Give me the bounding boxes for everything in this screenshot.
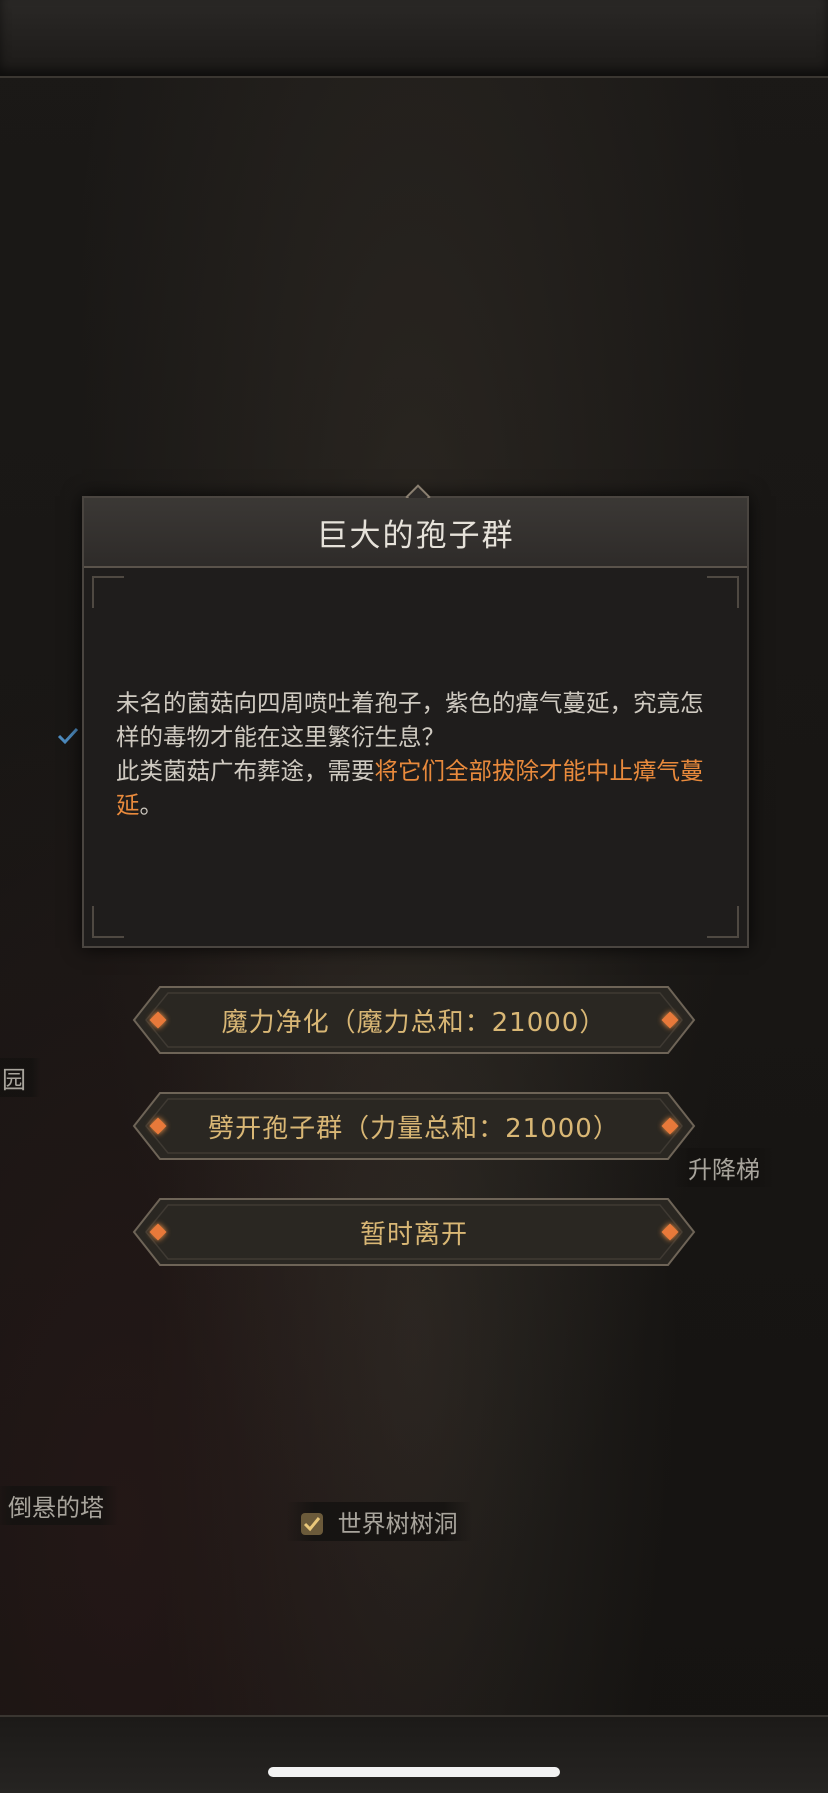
map-label-left-edge[interactable]: 园 (0, 1058, 40, 1097)
home-indicator[interactable] (268, 1767, 560, 1777)
bottom-frame (0, 1715, 828, 1793)
dialog-description: 未名的菌菇向四周喷吐着孢子，紫色的瘴气蔓延，究竟怎样的毒物才能在这里繁衍生息？ … (116, 686, 713, 822)
description-paragraph-2: 此类菌菇广布葬途，需要将它们全部拔除才能中止瘴气蔓延。 (116, 754, 713, 822)
description-text: 此类菌菇广布葬途，需要 (116, 757, 375, 785)
map-label-hanging-tower[interactable]: 倒悬的塔 (0, 1486, 118, 1525)
map-label-world-tree[interactable]: 世界树树洞 (286, 1502, 472, 1541)
checkmark-icon (57, 727, 79, 745)
corner-ornament-icon (92, 576, 124, 608)
magic-purify-label: 魔力净化（魔力总和：21000） (221, 1007, 607, 1038)
top-frame (0, 0, 828, 78)
map-label-hanging-tower-text: 倒悬的塔 (8, 1494, 104, 1522)
description-paragraph-1: 未名的菌菇向四周喷吐着孢子，紫色的瘴气蔓延，究竟怎样的毒物才能在这里繁衍生息？ (116, 689, 704, 751)
leave-label: 暂时离开 (359, 1219, 468, 1250)
corner-ornament-icon (92, 906, 124, 938)
map-label-left-edge-text: 园 (2, 1066, 26, 1094)
map-label-elevator-text: 升降梯 (688, 1156, 760, 1184)
event-dialog: 巨大的孢子群 未名的菌菇向四周喷吐着孢子，紫色的瘴气蔓延，究竟怎样的毒物才能在这… (82, 484, 749, 948)
dialog-header: 巨大的孢子群 (84, 498, 747, 568)
split-spores-label: 劈开孢子群（力量总和：21000） (208, 1113, 620, 1144)
corner-ornament-icon (707, 576, 739, 608)
dialog-title: 巨大的孢子群 (316, 517, 515, 554)
leave-button[interactable]: 暂时离开 (132, 1197, 696, 1267)
split-spores-button[interactable]: 劈开孢子群（力量总和：21000） (132, 1091, 696, 1161)
magic-purify-button[interactable]: 魔力净化（魔力总和：21000） (132, 985, 696, 1055)
checkmark-icon (301, 1513, 323, 1535)
corner-ornament-icon (707, 906, 739, 938)
map-label-world-tree-text: 世界树树洞 (337, 1510, 458, 1538)
description-text-end: 。 (139, 791, 164, 819)
